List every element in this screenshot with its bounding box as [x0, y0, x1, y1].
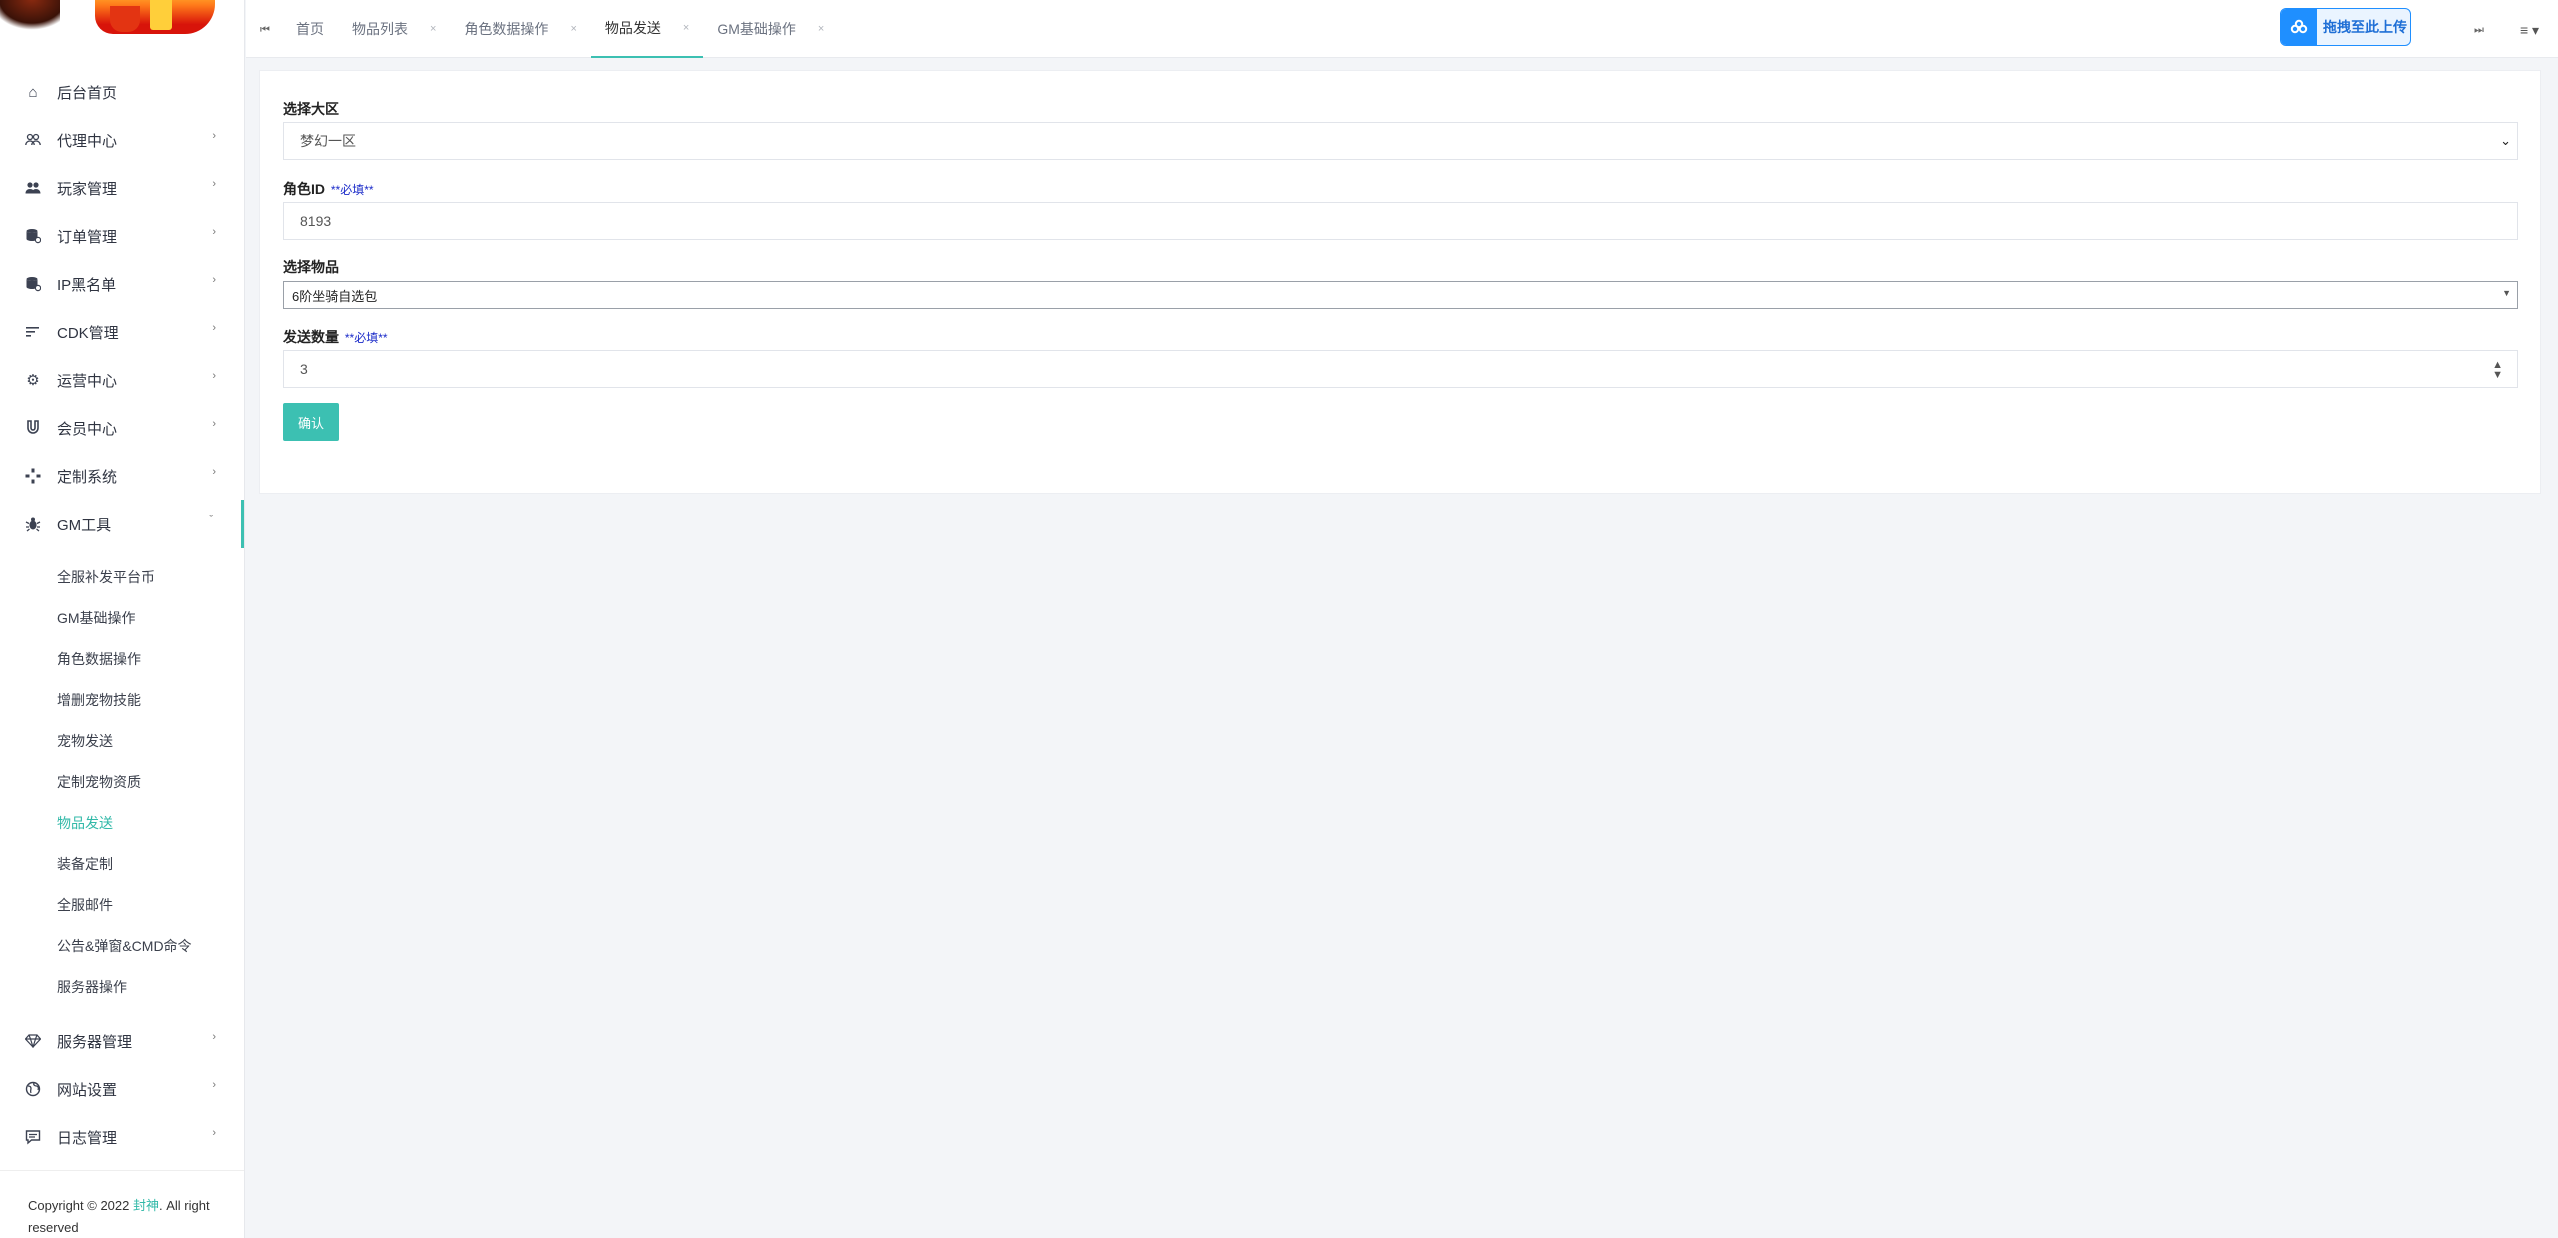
message-icon	[25, 1129, 41, 1145]
close-icon[interactable]: ×	[683, 22, 689, 34]
magnet-icon	[25, 420, 41, 436]
sidebar-item-operations[interactable]: ⚙ 运营中心 ›	[0, 356, 244, 404]
copyright-link[interactable]: 封神	[133, 1198, 159, 1213]
item-label: 选择物品	[283, 259, 339, 275]
tab-menu-icon[interactable]: ≡ ▾	[2520, 22, 2539, 39]
required-mark: **必填**	[344, 331, 388, 345]
tab-gm-basic[interactable]: GM基础操作 ×	[703, 0, 838, 58]
region-select[interactable]: 梦幻一区 ⌄	[283, 122, 2518, 160]
tabs: 首页 物品列表 × 角色数据操作 × 物品发送 × GM基础操作 ×	[282, 0, 838, 58]
sidebar-item-cdk[interactable]: CDK管理 ›	[0, 308, 244, 356]
bug-icon	[25, 516, 41, 532]
submenu-item[interactable]: 服务器操作	[0, 966, 244, 1007]
gm-submenu: 全服补发平台币 GM基础操作 角色数据操作 增删宠物技能 宠物发送 定制宠物资质…	[0, 548, 244, 1017]
chevron-right-icon: ›	[212, 1031, 216, 1043]
logo	[0, 0, 220, 38]
database-icon	[25, 276, 41, 292]
confirm-button[interactable]: 确认	[283, 403, 339, 441]
sidebar-item-gm-tools[interactable]: GM工具 ˇ	[0, 500, 244, 548]
home-icon: ⌂	[28, 83, 38, 101]
sidebar-item-home[interactable]: ⌂ 后台首页	[0, 68, 244, 116]
submenu-item[interactable]: GM基础操作	[0, 597, 244, 638]
chevron-right-icon: ›	[212, 322, 216, 334]
sidebar: ⌂ 后台首页 代理中心 › 玩家管理 › 订单管理 › IP黑名单 › CDK管…	[0, 0, 245, 1238]
chevron-right-icon: ›	[212, 418, 216, 430]
sidebar-item-site-settings[interactable]: 网站设置 ›	[0, 1065, 244, 1113]
sidebar-item-agent-center[interactable]: 代理中心 ›	[0, 116, 244, 164]
sidebar-item-custom-system[interactable]: 定制系统 ›	[0, 452, 244, 500]
database-icon	[25, 228, 41, 244]
submenu-item[interactable]: 定制宠物资质	[0, 761, 244, 802]
caret-down-icon: ▼	[2502, 288, 2511, 298]
players-icon	[25, 180, 41, 196]
role-id-label: 角色ID **必填**	[283, 181, 374, 197]
required-mark: **必填**	[330, 183, 374, 197]
region-label: 选择大区	[283, 101, 339, 117]
tab-item-send[interactable]: 物品发送 ×	[590, 0, 704, 58]
chevron-right-icon: ›	[212, 466, 216, 478]
submenu-item[interactable]: 宠物发送	[0, 720, 244, 761]
cloud-icon	[2281, 9, 2317, 45]
submenu-item[interactable]: 全服邮件	[0, 884, 244, 925]
chevron-down-icon: ⌄	[2500, 133, 2511, 148]
role-id-input[interactable]: 8193	[283, 202, 2518, 240]
sidebar-item-members[interactable]: 会员中心 ›	[0, 404, 244, 452]
spinner-icon[interactable]: ▲ ▼	[2492, 360, 2503, 381]
tab-bar: ⏮ 首页 物品列表 × 角色数据操作 × 物品发送 × GM基础操作 × 拖拽至…	[246, 0, 2558, 58]
chevron-right-icon: ›	[212, 226, 216, 238]
item-select[interactable]: 6阶坐骑自选包 ▼	[283, 281, 2518, 309]
submenu-item[interactable]: 增删宠物技能	[0, 679, 244, 720]
tab-home[interactable]: 首页	[282, 0, 338, 58]
copyright: Copyright © 2022 封神. All right reserved	[0, 1170, 244, 1238]
chevron-right-icon: ›	[212, 274, 216, 286]
sidebar-item-server-management[interactable]: 服务器管理 ›	[0, 1017, 244, 1065]
close-icon[interactable]: ×	[570, 23, 576, 35]
upload-button[interactable]: 拖拽至此上传	[2280, 8, 2411, 46]
sort-icon	[25, 324, 41, 340]
submenu-item-active[interactable]: 物品发送	[0, 802, 244, 843]
sidebar-item-ip-blacklist[interactable]: IP黑名单 ›	[0, 260, 244, 308]
chevron-right-icon: ›	[212, 370, 216, 382]
chevron-right-icon: ›	[212, 1127, 216, 1139]
tab-role-data[interactable]: 角色数据操作 ×	[450, 0, 590, 58]
gamepad-icon	[25, 468, 41, 484]
item-send-form: 选择大区 梦幻一区 ⌄ 角色ID **必填** 8193 选择物品 6阶坐骑自选…	[259, 70, 2541, 494]
last-tab-icon[interactable]: ⏭	[2474, 24, 2484, 37]
submenu-item[interactable]: 角色数据操作	[0, 638, 244, 679]
chevron-right-icon: ›	[212, 130, 216, 142]
sidebar-menu: ⌂ 后台首页 代理中心 › 玩家管理 › 订单管理 › IP黑名单 › CDK管…	[0, 68, 244, 1161]
chevron-right-icon: ›	[212, 1079, 216, 1091]
submenu-item[interactable]: 全服补发平台币	[0, 556, 244, 597]
globe-icon	[25, 1081, 41, 1097]
tab-item-list[interactable]: 物品列表 ×	[338, 0, 450, 58]
agents-icon	[25, 132, 41, 148]
quantity-input[interactable]: 3 ▲ ▼	[283, 350, 2518, 388]
sidebar-item-orders[interactable]: 订单管理 ›	[0, 212, 244, 260]
close-icon[interactable]: ×	[818, 23, 824, 35]
gear-icon: ⚙	[26, 372, 40, 389]
submenu-item[interactable]: 装备定制	[0, 843, 244, 884]
sidebar-item-logs[interactable]: 日志管理 ›	[0, 1113, 244, 1161]
quantity-label: 发送数量 **必填**	[283, 329, 388, 345]
sidebar-item-players[interactable]: 玩家管理 ›	[0, 164, 244, 212]
close-icon[interactable]: ×	[430, 23, 436, 35]
diamond-icon	[25, 1033, 41, 1049]
chevron-down-icon: ˇ	[209, 514, 213, 526]
first-tab-icon[interactable]: ⏮	[260, 24, 270, 37]
chevron-right-icon: ›	[212, 178, 216, 190]
submenu-item[interactable]: 公告&弹窗&CMD命令	[0, 925, 244, 966]
